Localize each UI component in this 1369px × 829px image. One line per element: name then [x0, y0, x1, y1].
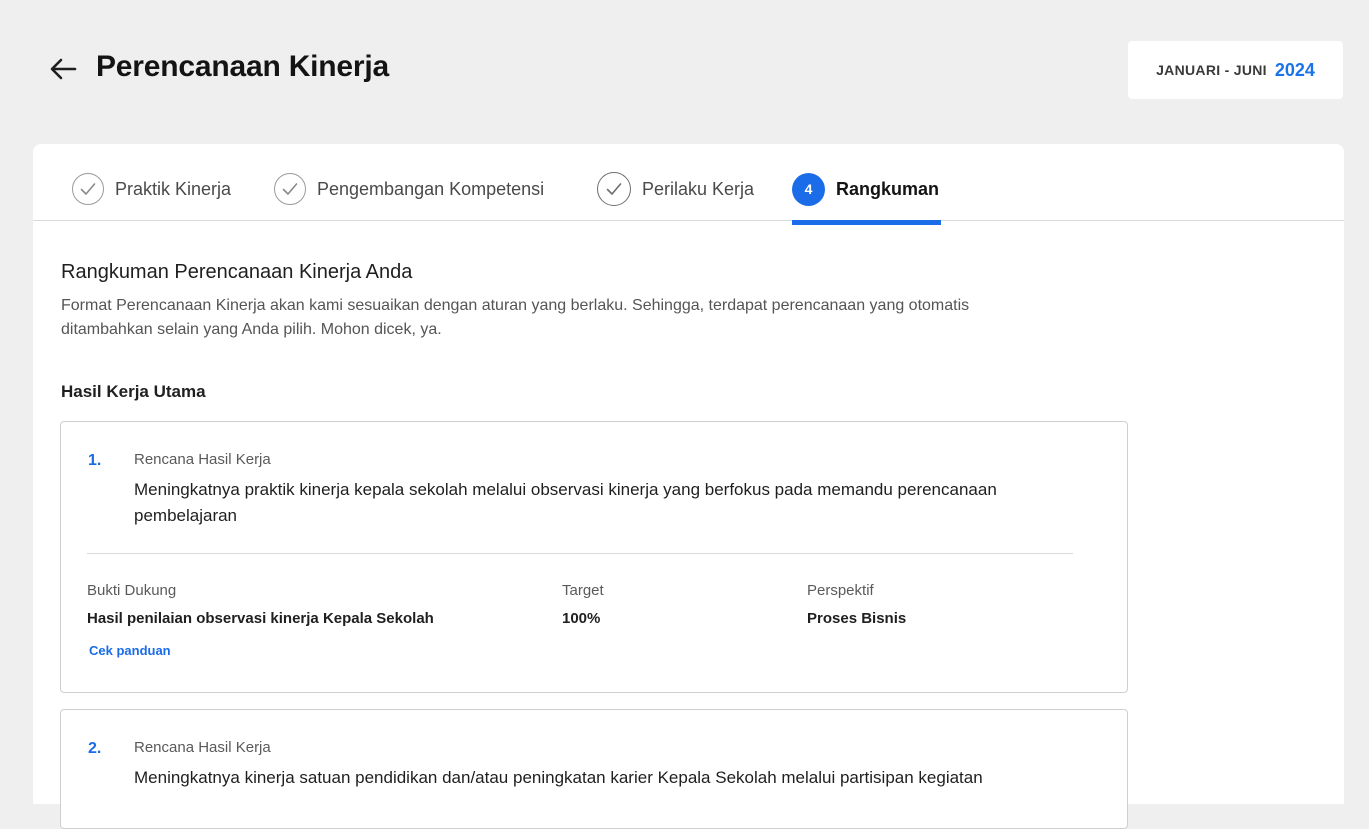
step-label: Rangkuman: [836, 178, 940, 199]
step-label: Pengembangan Kompetensi: [317, 178, 545, 199]
work-result-card: 1. Rencana Hasil Kerja Meningkatnya prak…: [60, 421, 1128, 693]
perspective-value: Proses Bisnis: [807, 610, 907, 627]
step-perilaku-kerja[interactable]: Perilaku Kerja: [597, 171, 754, 207]
step-label: Perilaku Kerja: [642, 178, 755, 199]
back-button[interactable]: [46, 52, 80, 86]
target-value: 100%: [562, 610, 601, 627]
stepper: Praktik Kinerja Pengembangan Kompetensi …: [33, 144, 1344, 221]
step-praktik-kinerja[interactable]: Praktik Kinerja: [72, 171, 231, 207]
step-rangkuman[interactable]: 4 Rangkuman: [792, 171, 939, 207]
page-title: Perencanaan Kinerja: [96, 50, 390, 83]
period-label: JANUARI - JUNI: [1156, 62, 1267, 78]
item-kind: Rencana Hasil Kerja: [134, 451, 271, 468]
item-kind: Rencana Hasil Kerja: [134, 739, 271, 756]
item-number: 2.: [88, 740, 102, 757]
active-step-indicator: [792, 220, 941, 225]
guide-link[interactable]: Cek panduan: [89, 643, 171, 658]
target-label: Target: [562, 582, 604, 599]
work-result-card: 2. Rencana Hasil Kerja Meningkatnya kine…: [60, 709, 1128, 829]
item-text: Meningkatnya kinerja satuan pendidikan d…: [134, 768, 983, 787]
check-circle-icon: [274, 173, 306, 205]
summary-description: Format Perencanaan Kinerja akan kami ses…: [61, 297, 970, 338]
divider: [87, 553, 1073, 554]
content-card: Praktik Kinerja Pengembangan Kompetensi …: [33, 144, 1344, 829]
step-label: Praktik Kinerja: [115, 178, 232, 199]
summary-title: Rangkuman Perencanaan Kinerja Anda: [61, 261, 413, 283]
section-title: Hasil Kerja Utama: [61, 382, 206, 401]
period-badge: JANUARI - JUNI 2024: [1128, 41, 1343, 99]
period-year: 2024: [1274, 59, 1315, 80]
page-header: Perencanaan Kinerja JANUARI - JUNI 2024: [0, 0, 1369, 144]
item-number: 1.: [88, 452, 102, 469]
item-text: Meningkatnya praktik kinerja kepala seko…: [134, 480, 997, 525]
check-circle-icon: [597, 172, 631, 206]
evidence-label: Bukti Dukung: [87, 582, 177, 599]
arrow-left-icon: [50, 58, 77, 80]
perspective-label: Perspektif: [807, 582, 874, 599]
evidence-value: Hasil penilaian observasi kinerja Kepala…: [87, 610, 434, 627]
step-number-badge: 4: [792, 172, 825, 206]
check-circle-icon: [72, 173, 104, 205]
step-pengembangan-kompetensi[interactable]: Pengembangan Kompetensi: [274, 171, 544, 207]
